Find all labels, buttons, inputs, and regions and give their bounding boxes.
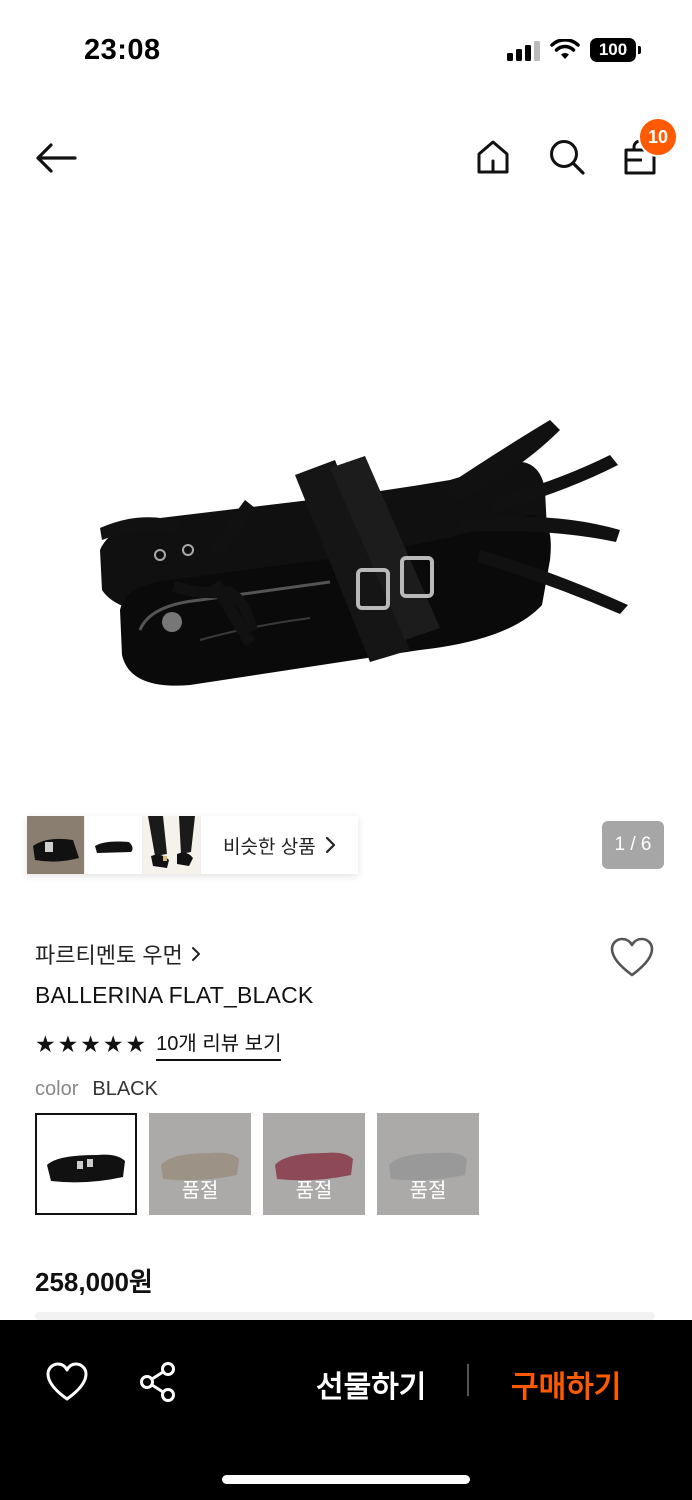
bottom-action-bar: 선물하기 구매하기 (0, 1320, 692, 1500)
star-icon: ★ (80, 1030, 101, 1057)
search-button[interactable] (542, 132, 592, 182)
button-separator (467, 1364, 469, 1396)
section-divider (35, 1312, 655, 1320)
color-label: color (35, 1078, 79, 1100)
thumbnail-strip: 비슷한 상품 (27, 816, 358, 874)
wishlist-heart-icon[interactable] (45, 1360, 89, 1404)
image-page-indicator: 1 / 6 (602, 821, 664, 869)
swatch-black-image (47, 1154, 125, 1183)
rating-stars: ★ ★ ★ ★ ★ (35, 1030, 147, 1057)
product-price: 258,000원 (35, 1267, 153, 1297)
status-time: 23:08 (84, 34, 161, 66)
soldout-label: 품절 (377, 1113, 479, 1215)
back-arrow-icon (36, 143, 77, 173)
wishlist-heart-button[interactable] (609, 936, 655, 978)
rating-row: ★ ★ ★ ★ ★ 10개 리뷰 보기 (35, 1027, 282, 1061)
share-icon[interactable] (136, 1360, 180, 1404)
thumbnail-model-feet (143, 816, 200, 874)
home-icon (477, 140, 509, 174)
thumbnail-image-2[interactable] (85, 816, 143, 874)
buy-button[interactable]: 구매하기 (511, 1362, 621, 1406)
thumbnail-shoe-photo (27, 816, 84, 874)
thumbnail-image-1[interactable] (27, 816, 85, 874)
swatch-red[interactable]: 품절 (263, 1113, 365, 1215)
status-bar: 23:08 100 (0, 0, 692, 100)
search-icon (550, 140, 585, 175)
soldout-label: 품절 (149, 1113, 251, 1215)
chevron-right-icon (325, 836, 335, 854)
wifi-icon (550, 39, 580, 59)
swatch-beige[interactable]: 품절 (149, 1113, 251, 1215)
cart-count-badge: 10 (638, 117, 678, 157)
battery-icon: 100 (590, 38, 641, 62)
brand-link[interactable]: 파르티멘토 우먼 (35, 938, 201, 970)
brand-name: 파르티멘토 우먼 (35, 943, 183, 968)
top-nav-bar (0, 110, 692, 206)
color-swatches: 품절 품절 품절 (35, 1113, 479, 1215)
home-button[interactable] (468, 132, 518, 182)
swatch-silver[interactable]: 품절 (377, 1113, 479, 1215)
status-icons: 100 (507, 38, 641, 62)
soldout-label: 품절 (263, 1113, 365, 1215)
thumbnail-image-3[interactable] (143, 816, 201, 874)
review-link[interactable]: 10개 리뷰 보기 (156, 1027, 282, 1061)
gift-button[interactable]: 선물하기 (316, 1362, 426, 1406)
swatch-black[interactable] (35, 1113, 137, 1215)
similar-products-button[interactable]: 비슷한 상품 (201, 816, 358, 874)
star-icon: ★ (102, 1030, 124, 1057)
home-indicator[interactable] (222, 1475, 470, 1484)
star-icon: ★ (35, 1030, 56, 1057)
thumbnail-shoe-side (85, 816, 142, 874)
similar-products-label: 비슷한 상품 (223, 836, 316, 858)
color-row: color BLACK (35, 1078, 158, 1101)
product-main-image[interactable] (80, 400, 640, 710)
chevron-right-icon (191, 947, 200, 961)
color-value: BLACK (92, 1078, 158, 1100)
back-button[interactable] (30, 134, 82, 182)
product-title: BALLERINA FLAT_BLACK (35, 982, 314, 1008)
cellular-signal-icon (507, 39, 540, 61)
star-icon: ★ (57, 1030, 79, 1057)
star-icon: ★ (125, 1030, 147, 1057)
